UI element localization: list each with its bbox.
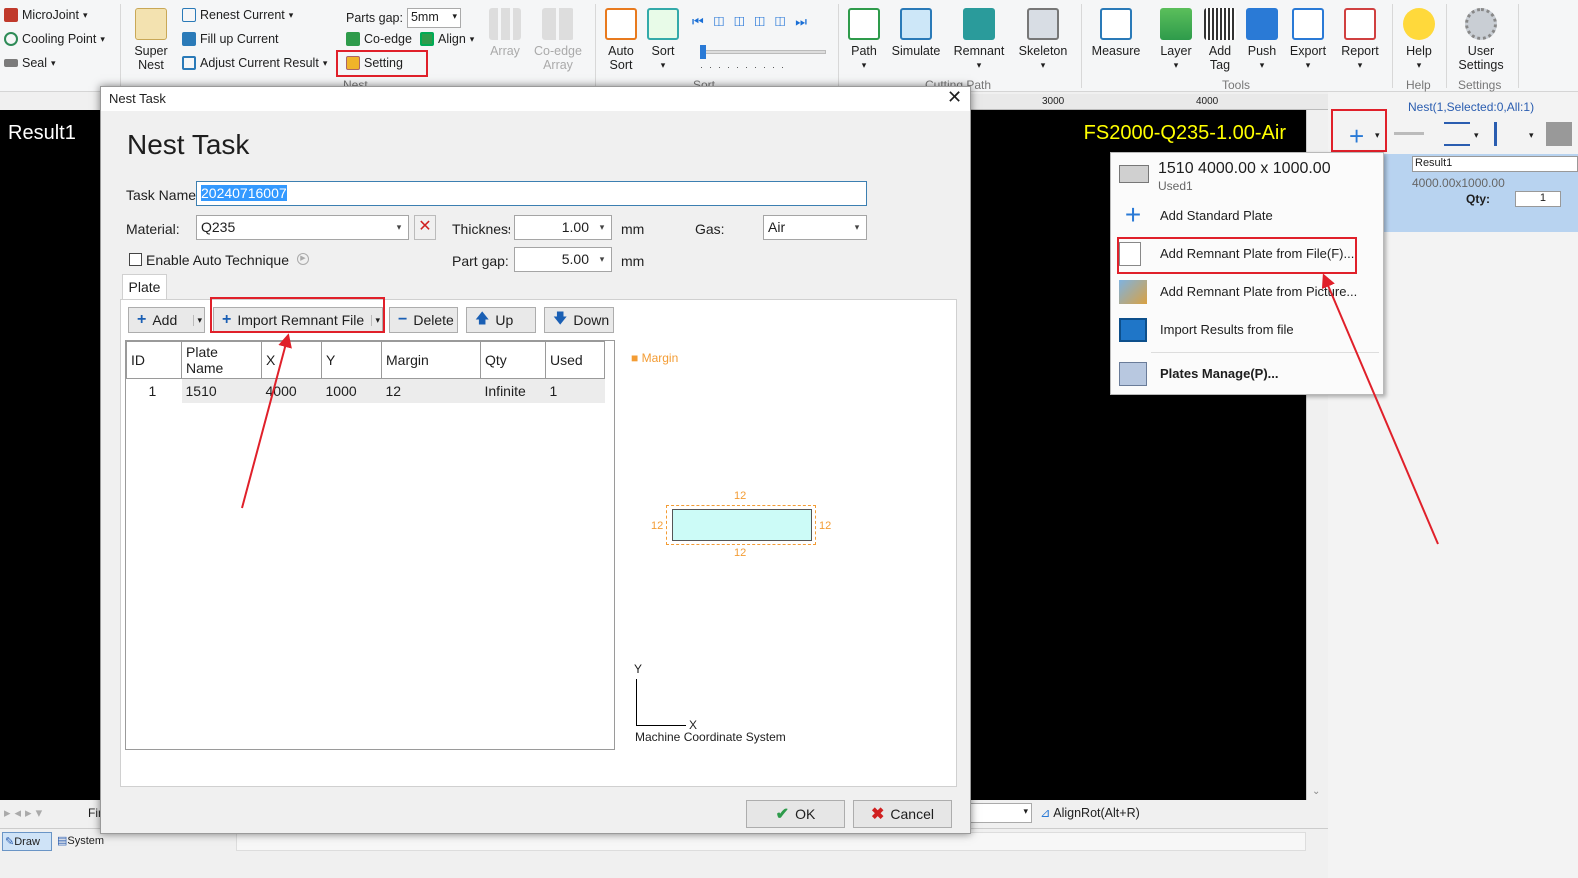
annotation-arrows [241, 273, 1439, 545]
arrow-to-menu-item [1321, 273, 1439, 545]
arrow-to-import [241, 333, 292, 509]
